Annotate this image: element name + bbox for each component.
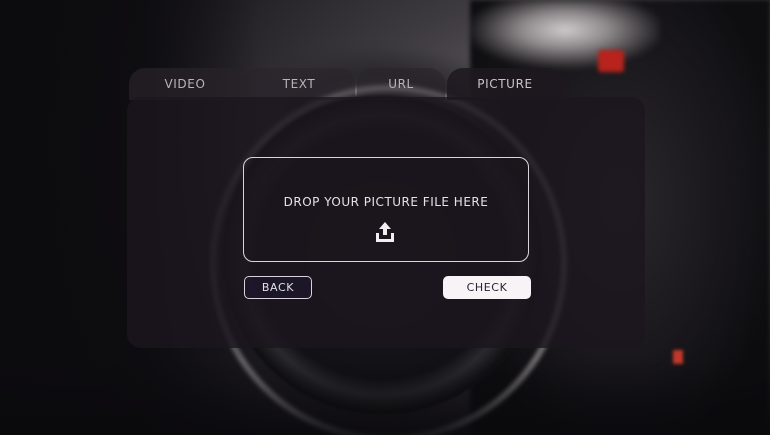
dropzone-label: DROP YOUR PICTURE FILE HERE <box>283 195 489 209</box>
tab-text[interactable]: TEXT <box>243 68 355 100</box>
tab-video[interactable]: VIDEO <box>129 68 241 100</box>
camera-top-highlight <box>470 0 660 70</box>
tab-url[interactable]: URL <box>357 68 445 100</box>
camera-red-button <box>598 50 624 72</box>
check-button[interactable]: CHECK <box>443 276 531 299</box>
background-vignette-bottom <box>0 360 770 435</box>
back-button[interactable]: BACK <box>244 276 312 299</box>
picture-dropzone[interactable]: DROP YOUR PICTURE FILE HERE <box>243 157 529 262</box>
upload-icon <box>376 222 394 242</box>
tab-picture[interactable]: PICTURE <box>447 68 563 100</box>
